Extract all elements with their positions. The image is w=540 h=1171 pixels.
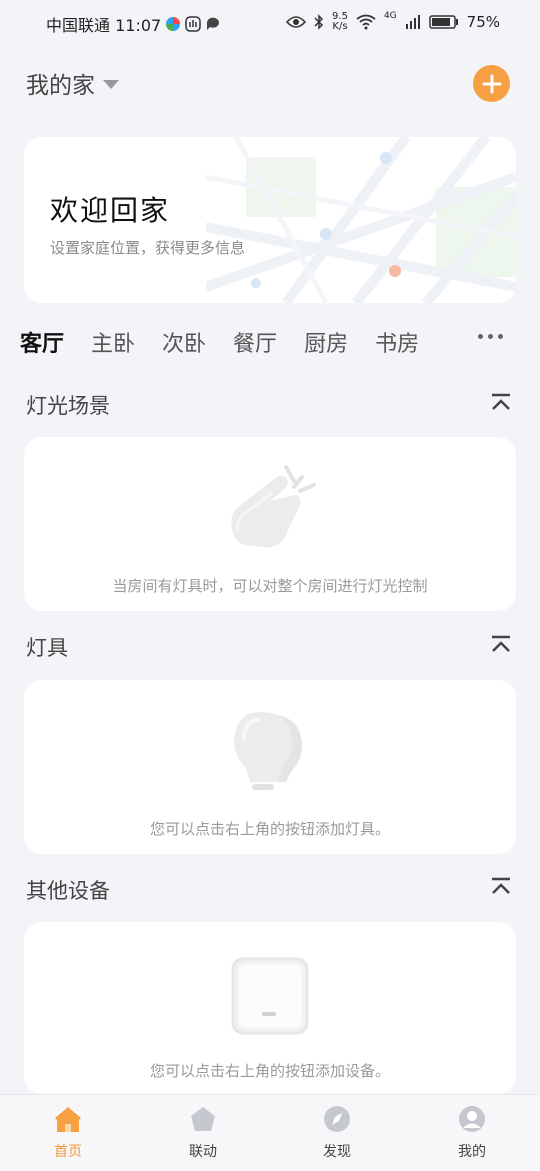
nav-profile[interactable]: 我的 [432, 1105, 512, 1161]
lights-hint: 您可以点击右上角的按钮添加灯具。 [149, 820, 390, 838]
battery-icon [428, 15, 458, 29]
nav-home-label: 首页 [54, 1144, 82, 1160]
scenes-section-title: 灯光场景 [26, 394, 110, 418]
tab-living-room[interactable]: 客厅 [20, 326, 64, 358]
devices-card: 您可以点击右上角的按钮添加设备。 [24, 922, 516, 1094]
network-type: 4G [383, 11, 397, 21]
tab-dining-room[interactable]: 餐厅 [233, 326, 277, 358]
signal-icon [405, 15, 420, 29]
pentagon-icon [191, 1107, 215, 1131]
carrier-time: 中国联通 11:07 [46, 16, 162, 35]
chevron-down-icon [103, 80, 119, 89]
lights-section-title: 灯具 [26, 636, 68, 660]
compass-icon [324, 1106, 350, 1132]
status-left: 中国联通 11:07 [46, 12, 221, 36]
bluetooth-icon [314, 14, 324, 30]
scenes-hint: 当房间有灯具时，可以对整个房间进行灯光控制 [112, 577, 428, 595]
tab-second-bedroom[interactable]: 次卧 [162, 326, 206, 358]
eye-icon [286, 16, 307, 28]
devices-section-title: 其他设备 [26, 879, 110, 903]
welcome-title: 欢迎回家 [50, 194, 171, 227]
nav-home[interactable]: 首页 [28, 1105, 108, 1161]
room-tabs: 客厅 主卧 次卧 餐厅 厨房 书房 [20, 322, 446, 362]
collapse-icon[interactable] [490, 876, 512, 898]
nav-discover[interactable]: 发现 [297, 1105, 377, 1161]
profile-icon [459, 1106, 485, 1132]
welcome-subtitle: 设置家庭位置，获得更多信息 [50, 239, 246, 257]
device-box-icon [231, 957, 309, 1035]
battery-level: 75% [466, 13, 500, 31]
more-rooms-icon[interactable] [478, 334, 503, 339]
network-speed: 9.5 K/s [332, 11, 348, 32]
devices-hint: 您可以点击右上角的按钮添加设备。 [149, 1062, 390, 1080]
message-notification-icon [207, 17, 220, 30]
home-name: 我的家 [26, 73, 95, 99]
map-background [206, 137, 516, 303]
wifi-icon [356, 14, 376, 30]
home-selector[interactable]: 我的家 [26, 66, 119, 100]
nav-linkage-label: 联动 [189, 1144, 217, 1160]
collapse-icon[interactable] [490, 392, 512, 414]
welcome-card[interactable]: 欢迎回家 设置家庭位置，获得更多信息 [24, 137, 516, 303]
tap-hand-icon [231, 465, 316, 548]
tab-master-bedroom[interactable]: 主卧 [91, 326, 135, 358]
scenes-card: 当房间有灯具时，可以对整个房间进行灯光控制 [24, 437, 516, 611]
nav-profile-label: 我的 [458, 1144, 486, 1160]
lights-card: 您可以点击右上角的按钮添加灯具。 [24, 680, 516, 854]
nav-discover-label: 发现 [323, 1144, 351, 1160]
bottom-navigation: 首页 联动 发现 我的 [0, 1094, 540, 1171]
status-bar: 中国联通 11:07 9.5 K/s 4G 75% [0, 0, 540, 42]
status-right: 9.5 K/s 4G 75% [286, 11, 500, 32]
collapse-icon[interactable] [490, 634, 512, 656]
plus-icon [482, 74, 501, 93]
light-bulb-icon [234, 712, 302, 790]
add-device-button[interactable] [473, 65, 510, 102]
tab-kitchen[interactable]: 厨房 [304, 326, 348, 358]
app-notification-icon [166, 17, 181, 31]
hand-notification-icon [185, 16, 201, 32]
home-icon [55, 1107, 81, 1132]
tab-study[interactable]: 书房 [375, 326, 419, 358]
nav-linkage[interactable]: 联动 [163, 1105, 243, 1161]
